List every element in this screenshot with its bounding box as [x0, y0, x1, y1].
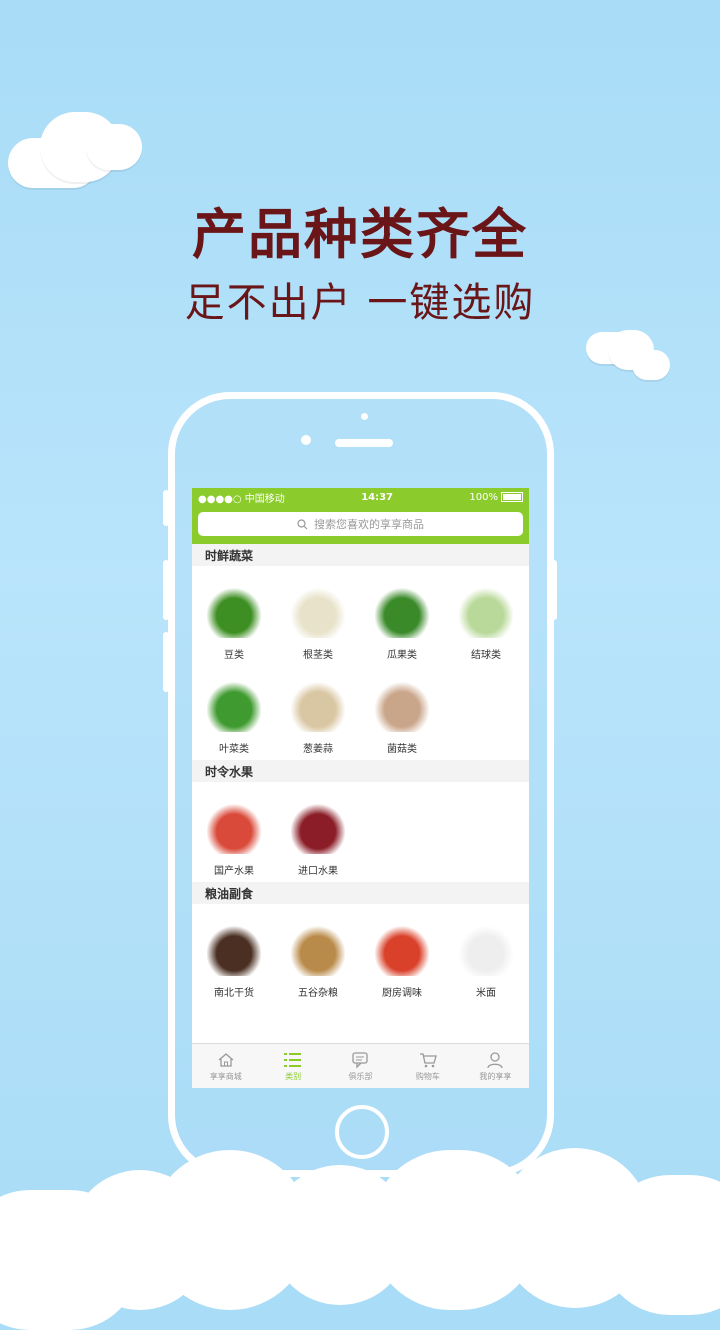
category-label: 厨房调味	[382, 988, 422, 999]
category-label: 米面	[476, 988, 496, 999]
search-placeholder: 搜索您喜欢的享享商品	[314, 518, 424, 531]
list-icon	[284, 1052, 302, 1067]
category-item[interactable]: 米面	[444, 910, 528, 1004]
category-label: 菌菇类	[387, 744, 417, 755]
tab-club[interactable]: 俱乐部	[327, 1044, 394, 1088]
section-header: 时令水果	[192, 760, 529, 782]
tab-label: 我的享享	[479, 1071, 512, 1081]
section-header: 粮油副食	[192, 882, 529, 904]
category-thumbnail	[375, 926, 429, 976]
category-item[interactable]: 叶菜类	[192, 666, 276, 760]
category-label: 叶菜类	[219, 744, 249, 755]
tab-label: 类别	[285, 1071, 302, 1081]
category-label: 根茎类	[303, 650, 333, 661]
category-item[interactable]: 瓜果类	[360, 572, 444, 666]
tab-cart[interactable]: 购物车	[394, 1044, 461, 1088]
battery-group: 100%	[469, 492, 523, 503]
earpiece-speaker	[335, 439, 393, 447]
category-label: 五谷杂粮	[298, 988, 338, 999]
phone-side-button	[163, 560, 169, 620]
tab-label: 享享商城	[209, 1071, 242, 1081]
status-bar: ●●●●○ 中国移动 14:37 100%	[192, 488, 529, 506]
category-grid: 国产水果 进口水果	[192, 782, 529, 882]
carrier-label: ●●●●○ 中国移动	[198, 493, 285, 505]
category-item[interactable]: 进口水果	[276, 788, 360, 882]
phone-power-button	[551, 560, 557, 620]
category-thumbnail	[459, 588, 513, 638]
user-icon	[487, 1051, 503, 1068]
category-label: 豆类	[224, 650, 244, 661]
category-thumbnail	[459, 926, 513, 976]
tab-label: 购物车	[415, 1071, 440, 1081]
chat-icon	[351, 1051, 368, 1069]
search-bar-area: 搜索您喜欢的享享商品	[192, 506, 529, 544]
tab-label: 俱乐部	[348, 1071, 373, 1081]
tab-profile[interactable]: 我的享享	[462, 1044, 529, 1088]
clock: 14:37	[361, 491, 394, 503]
category-thumbnail	[207, 926, 261, 976]
app-screen: ●●●●○ 中国移动 14:37 100% 搜索您喜欢的享享商品 时鲜蔬菜豆类 根…	[192, 488, 529, 1088]
battery-percent: 100%	[469, 491, 498, 503]
category-item[interactable]: 厨房调味	[360, 910, 444, 1004]
category-grid: 豆类 根茎类 瓜果类 结球类叶菜类 葱姜蒜 菌菇类	[192, 566, 529, 760]
search-input[interactable]: 搜索您喜欢的享享商品	[198, 512, 523, 536]
cart-icon	[419, 1052, 437, 1067]
category-thumbnail	[207, 682, 261, 732]
promo-title: 产品种类齐全	[192, 203, 528, 266]
battery-icon	[501, 492, 523, 502]
category-item[interactable]: 国产水果	[192, 788, 276, 882]
category-thumbnail	[291, 682, 345, 732]
category-item[interactable]: 结球类	[444, 572, 528, 666]
phone-side-button	[163, 632, 169, 692]
category-item[interactable]: 菌菇类	[360, 666, 444, 760]
sensor-dot	[361, 413, 368, 420]
home-icon	[218, 1052, 234, 1067]
category-label: 进口水果	[298, 866, 338, 877]
category-label: 瓜果类	[387, 650, 417, 661]
category-label: 葱姜蒜	[303, 744, 333, 755]
category-item[interactable]: 根茎类	[276, 572, 360, 666]
section-header: 时鲜蔬菜	[192, 544, 529, 566]
category-thumbnail	[291, 804, 345, 854]
category-thumbnail	[207, 588, 261, 638]
category-item[interactable]: 南北干货	[192, 910, 276, 1004]
category-thumbnail	[207, 804, 261, 854]
front-camera	[301, 435, 311, 445]
promo-subtitle: 足不出户 一键选购	[184, 280, 536, 326]
category-thumbnail	[291, 588, 345, 638]
category-label: 结球类	[471, 650, 501, 661]
phone-side-button	[163, 490, 169, 526]
category-thumbnail	[375, 588, 429, 638]
tab-category[interactable]: 类别	[259, 1044, 326, 1088]
category-sections: 时鲜蔬菜豆类 根茎类 瓜果类 结球类叶菜类 葱姜蒜 菌菇类时令水果国产水果 进口水果粮油副食…	[192, 544, 529, 1004]
category-item[interactable]: 五谷杂粮	[276, 910, 360, 1004]
tab-bar: 享享商城 类别 俱乐部 购物车 我的享享	[192, 1043, 529, 1088]
tab-home[interactable]: 享享商城	[192, 1044, 259, 1088]
search-icon	[297, 518, 308, 529]
category-item[interactable]: 豆类	[192, 572, 276, 666]
home-button	[335, 1105, 389, 1159]
category-grid: 南北干货 五谷杂粮 厨房调味 米面	[192, 904, 529, 1004]
category-label: 国产水果	[214, 866, 254, 877]
category-thumbnail	[375, 682, 429, 732]
category-item[interactable]: 葱姜蒜	[276, 666, 360, 760]
category-thumbnail	[291, 926, 345, 976]
category-label: 南北干货	[214, 988, 254, 999]
